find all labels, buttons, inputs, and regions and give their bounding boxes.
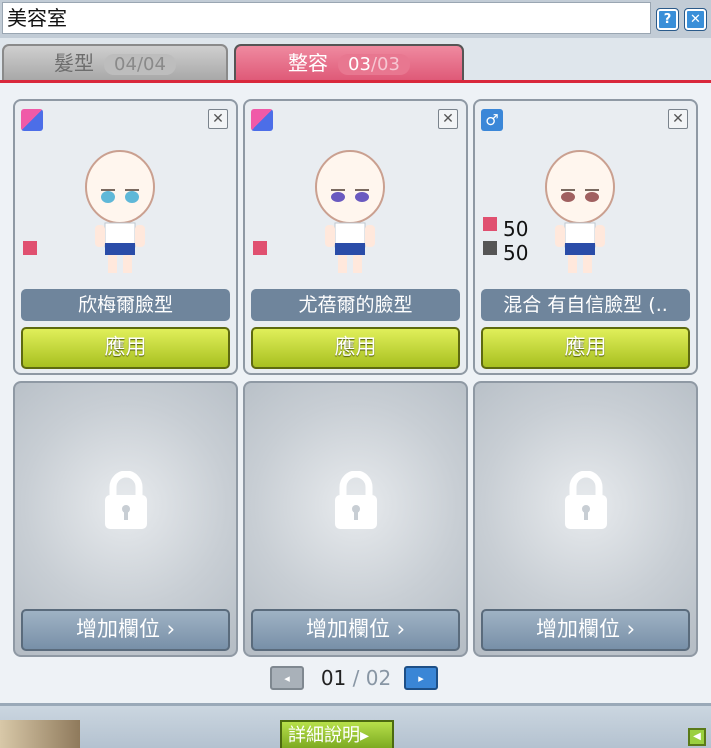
- face-name: 混合 有自信臉型 (..: [481, 289, 690, 321]
- face-slot-card: ♂ ✕ 50 50 混合 有自信臉型 (.. 應用: [473, 99, 698, 375]
- tab-face-label: 整容: [288, 51, 329, 75]
- face-slots-panel: ✕ 欣梅爾臉型 應用 ✕ 尤蓓爾的臉型 應用 ♂ ✕ 50 50 混合 有自信臉…: [0, 83, 711, 703]
- apply-button[interactable]: 應用: [21, 327, 230, 369]
- add-slot-button[interactable]: 增加欄位 ›: [251, 609, 460, 651]
- delete-icon[interactable]: ✕: [438, 109, 458, 129]
- tab-hair-label: 髮型: [54, 51, 95, 75]
- male-icon: ♂: [481, 109, 503, 131]
- locked-slot: 增加欄位 ›: [473, 381, 698, 657]
- female-male-icon: [21, 109, 43, 131]
- face-name: 欣梅爾臉型: [21, 289, 230, 321]
- color-swatch-dark: [483, 241, 497, 255]
- lock-icon: [105, 471, 147, 529]
- character-avatar: [85, 150, 155, 273]
- details-button[interactable]: 詳細說明▸: [280, 720, 394, 748]
- mix-value-dark: 50: [503, 241, 529, 265]
- tab-face[interactable]: 整容 03/03: [234, 44, 464, 80]
- apply-button[interactable]: 應用: [481, 327, 690, 369]
- color-swatch: [253, 241, 267, 255]
- window-title: 美容室: [2, 2, 651, 34]
- bottom-bar: 詳細說明▸ ◀: [0, 703, 711, 748]
- face-slot-card: ✕ 欣梅爾臉型 應用: [13, 99, 238, 375]
- tab-hair-count: 04/04: [104, 54, 176, 75]
- title-bar: 美容室 ? ✕: [0, 0, 711, 38]
- npc-portrait: [0, 720, 80, 748]
- lock-icon: [335, 471, 377, 529]
- prev-page-button[interactable]: ◂: [270, 666, 304, 690]
- expand-icon[interactable]: ◀: [688, 728, 706, 746]
- locked-slot: 增加欄位 ›: [13, 381, 238, 657]
- help-icon[interactable]: ?: [656, 8, 679, 31]
- page-indicator: 01 / 02: [320, 666, 392, 690]
- character-avatar: [545, 150, 615, 273]
- lock-icon: [565, 471, 607, 529]
- tab-face-count: 03/03: [338, 54, 410, 75]
- female-male-icon: [251, 109, 273, 131]
- locked-slot: 增加欄位 ›: [243, 381, 468, 657]
- add-slot-button[interactable]: 增加欄位 ›: [481, 609, 690, 651]
- close-icon[interactable]: ✕: [684, 8, 707, 31]
- color-swatch-pink: [483, 217, 497, 231]
- tab-hair[interactable]: 髮型 04/04: [2, 44, 228, 80]
- face-slot-card: ✕ 尤蓓爾的臉型 應用: [243, 99, 468, 375]
- character-avatar: [315, 150, 385, 273]
- color-swatch: [23, 241, 37, 255]
- apply-button[interactable]: 應用: [251, 327, 460, 369]
- delete-icon[interactable]: ✕: [208, 109, 228, 129]
- next-page-button[interactable]: ▸: [404, 666, 438, 690]
- tab-strip: 髮型 04/04 整容 03/03: [0, 38, 711, 82]
- face-name: 尤蓓爾的臉型: [251, 289, 460, 321]
- delete-icon[interactable]: ✕: [668, 109, 688, 129]
- mix-value-pink: 50: [503, 217, 529, 241]
- add-slot-button[interactable]: 增加欄位 ›: [21, 609, 230, 651]
- pager: ◂ 01 / 02 ▸: [270, 666, 440, 692]
